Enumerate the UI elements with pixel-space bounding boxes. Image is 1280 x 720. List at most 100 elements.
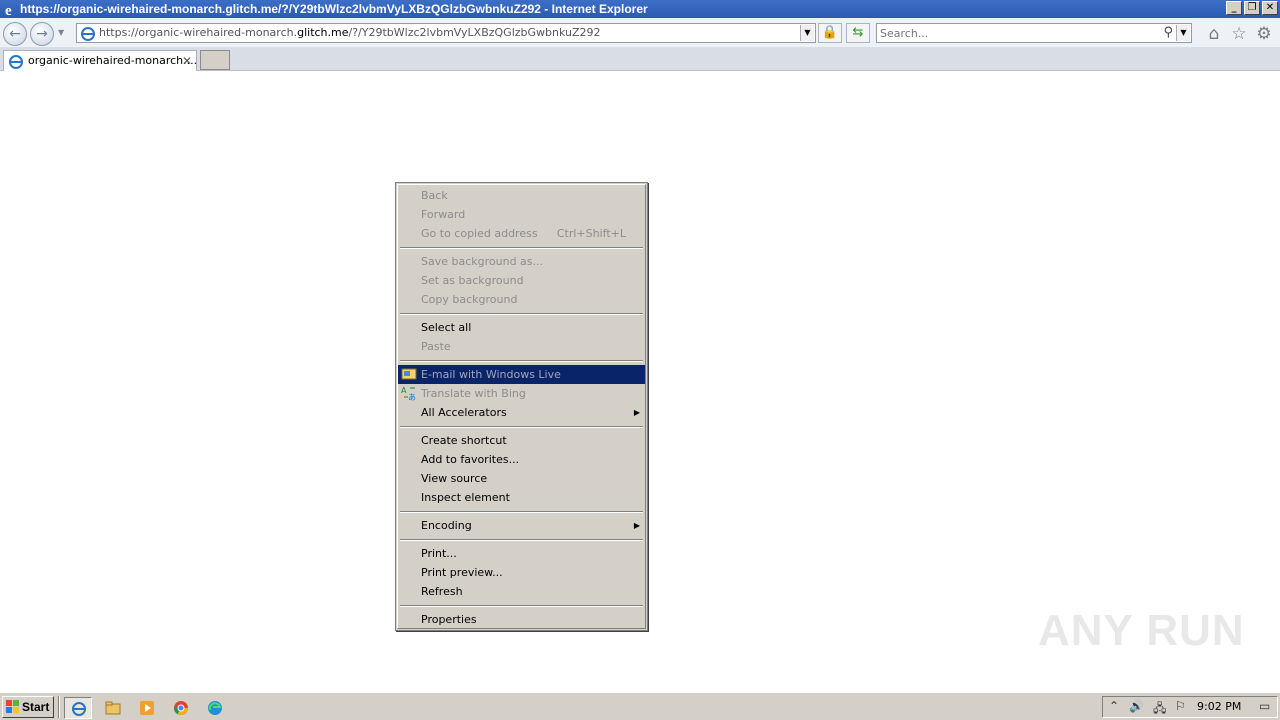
menu-separator xyxy=(400,605,643,607)
minimize-button[interactable]: _ xyxy=(1226,1,1242,15)
menu-item-label: Copy background xyxy=(421,293,518,306)
restore-button[interactable]: ❐ xyxy=(1244,1,1260,15)
menu-item-go-to-copied-address[interactable]: Go to copied address Ctrl+Shift+L xyxy=(398,224,645,243)
search-input[interactable] xyxy=(880,25,1150,41)
menu-separator xyxy=(400,426,643,428)
menu-item-label: Print preview... xyxy=(421,566,503,579)
recent-pages-dropdown[interactable]: ▼ xyxy=(58,28,68,38)
menu-item-label: Create shortcut xyxy=(421,434,507,447)
address-bar[interactable]: https://organic-wirehaired-monarch.glitc… xyxy=(76,23,816,43)
taskbar-media-player-button[interactable] xyxy=(133,697,161,719)
clock[interactable]: 9:02 PM xyxy=(1197,697,1241,717)
menu-item-label: All Accelerators xyxy=(421,406,507,419)
address-text[interactable]: https://organic-wirehaired-monarch.glitc… xyxy=(99,24,601,42)
menu-item-add-to-favorites[interactable]: Add to favorites... xyxy=(398,450,645,469)
anyrun-watermark: ANY RUN xyxy=(1038,606,1245,655)
menu-separator xyxy=(400,539,643,541)
address-prefix: https://organic-wirehaired-monarch. xyxy=(99,26,298,39)
menu-item-paste[interactable]: Paste xyxy=(398,337,645,356)
menu-separator xyxy=(400,247,643,249)
refresh-button[interactable]: ⇆ xyxy=(846,23,870,43)
media-player-icon xyxy=(140,701,154,715)
menu-item-label: Translate with Bing xyxy=(421,387,526,400)
menu-item-view-source[interactable]: View source xyxy=(398,469,645,488)
menu-item-label: Back xyxy=(421,189,448,202)
menu-item-inspect-element[interactable]: Inspect element xyxy=(398,488,645,507)
svg-text:e: e xyxy=(5,3,12,17)
menu-item-save-background-as[interactable]: Save background as... xyxy=(398,252,645,271)
menu-item-label: Set as background xyxy=(421,274,524,287)
menu-item-forward[interactable]: Forward xyxy=(398,205,645,224)
menu-item-label: Properties xyxy=(421,613,477,626)
menu-item-label: Inspect element xyxy=(421,491,510,504)
address-host: glitch.me xyxy=(297,26,349,39)
menu-item-label: View source xyxy=(421,472,488,485)
context-menu: Back Forward Go to copied address Ctrl+Sh… xyxy=(395,182,648,631)
address-suffix: /?/Y29tbWlzc2lvbmVyLXBzQGlzbGwbnkuZ292 xyxy=(348,26,601,39)
search-icon[interactable]: ⚲ xyxy=(1163,25,1173,40)
menu-separator xyxy=(400,360,643,362)
menu-item-label: Forward xyxy=(421,208,466,221)
menu-item-all-accelerators[interactable]: All Accelerators ▶ xyxy=(398,403,645,422)
menu-item-print[interactable]: Print... xyxy=(398,544,645,563)
start-button[interactable]: Start xyxy=(2,696,54,718)
menu-item-back[interactable]: Back xyxy=(398,186,645,205)
menu-item-label: Save background as... xyxy=(421,255,544,268)
gear-icon[interactable]: ⚙ xyxy=(1254,24,1274,44)
menu-item-encoding[interactable]: Encoding ▶ xyxy=(398,516,645,535)
menu-item-set-as-background[interactable]: Set as background xyxy=(398,271,645,290)
svg-text:あ: あ xyxy=(408,393,416,401)
menu-item-create-shortcut[interactable]: Create shortcut xyxy=(398,431,645,450)
menu-item-refresh[interactable]: Refresh xyxy=(398,582,645,601)
action-center-flag-icon[interactable]: ⚐ xyxy=(1175,699,1186,713)
menu-item-label: Encoding xyxy=(421,519,472,532)
menu-item-properties[interactable]: Properties xyxy=(398,610,645,629)
taskbar: Start ⌃ 🔊 🖧 ⚐ 9:02 PM ▭ xyxy=(0,692,1280,720)
menu-item-email-with-windows-live[interactable]: E-mail with Windows Live xyxy=(398,365,645,384)
forward-button[interactable]: → xyxy=(30,22,54,46)
windows-flag-icon xyxy=(6,700,19,713)
start-label: Start xyxy=(22,700,50,714)
taskbar-chrome-button[interactable] xyxy=(167,697,195,719)
tab-active[interactable]: organic-wirehaired-monarch.... ✕ xyxy=(3,50,197,71)
window-controls: _ ❐ ✕ xyxy=(1226,1,1278,15)
tab-ie-icon xyxy=(9,55,23,69)
menu-item-translate-with-bing[interactable]: A あ Translate with Bing xyxy=(398,384,645,403)
refresh-icon: ⇆ xyxy=(852,25,864,40)
show-desktop-icon[interactable]: ▭ xyxy=(1259,699,1270,713)
back-button[interactable]: ← xyxy=(3,22,27,46)
windows-live-mail-icon xyxy=(401,368,417,380)
search-box[interactable]: ⚲ ▼ xyxy=(876,23,1192,43)
search-dropdown-button[interactable]: ▼ xyxy=(1176,25,1190,41)
tab-bar: organic-wirehaired-monarch.... ✕ xyxy=(0,48,1280,71)
menu-item-shortcut: Ctrl+Shift+L xyxy=(556,227,626,240)
network-icon[interactable]: 🖧 xyxy=(1153,699,1166,720)
internet-explorer-icon xyxy=(72,702,86,716)
menu-item-label: Add to favorites... xyxy=(421,453,520,466)
lock-icon: 🔒 xyxy=(821,25,839,40)
taskbar-explorer-button[interactable] xyxy=(99,697,127,719)
taskbar-ie-button[interactable] xyxy=(64,697,92,719)
back-arrow-icon: ← xyxy=(9,26,21,42)
system-tray: ⌃ 🔊 🖧 ⚐ 9:02 PM ▭ xyxy=(1102,696,1278,718)
volume-icon[interactable]: 🔊 xyxy=(1129,699,1144,713)
tab-close-icon[interactable]: ✕ xyxy=(182,51,192,71)
menu-item-print-preview[interactable]: Print preview... xyxy=(398,563,645,582)
navigation-bar: ← → ▼ https://organic-wirehaired-monarch… xyxy=(0,18,1280,48)
menu-separator xyxy=(400,511,643,513)
forward-arrow-icon: → xyxy=(36,26,48,42)
edge-icon xyxy=(208,701,222,715)
tab-label: organic-wirehaired-monarch.... xyxy=(28,54,198,67)
address-dropdown-button[interactable]: ▼ xyxy=(800,25,814,41)
menu-item-copy-background[interactable]: Copy background xyxy=(398,290,645,309)
home-icon[interactable]: ⌂ xyxy=(1204,24,1224,44)
taskbar-edge-button[interactable] xyxy=(201,697,229,719)
window-title-bar[interactable]: e https://organic-wirehaired-monarch.gli… xyxy=(0,0,1280,18)
taskbar-separator xyxy=(58,696,60,718)
security-lock-button[interactable]: 🔒 xyxy=(818,23,842,43)
menu-item-select-all[interactable]: Select all xyxy=(398,318,645,337)
close-button[interactable]: ✕ xyxy=(1262,1,1278,15)
show-hidden-icons-icon[interactable]: ⌃ xyxy=(1109,699,1119,713)
new-tab-button[interactable] xyxy=(200,50,230,70)
favorites-star-icon[interactable]: ☆ xyxy=(1229,24,1249,44)
